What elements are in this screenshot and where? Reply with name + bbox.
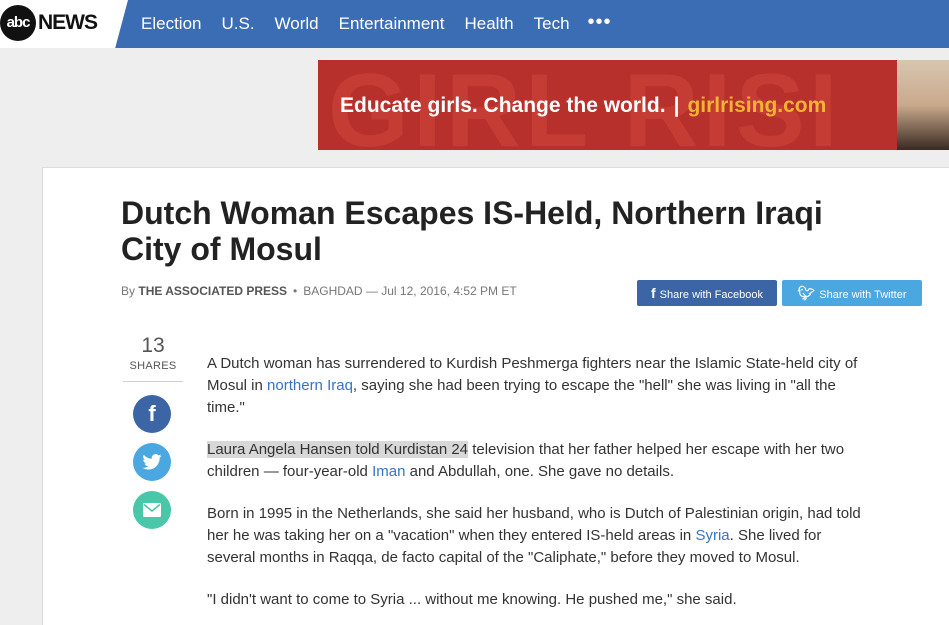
paragraph-2: Laura Angela Hansen told Kurdistan 24 te…: [207, 439, 867, 483]
share-twitter-button[interactable]: 🐦︎ Share with Twitter: [782, 280, 922, 306]
girlrising-ad-banner[interactable]: GIRL RISI Educate girls. Change the worl…: [318, 60, 949, 150]
ad-separator: |: [673, 94, 680, 117]
article-title: Dutch Woman Escapes IS-Held, Northern Ir…: [121, 195, 823, 267]
news-wordmark: NEWS: [38, 11, 98, 34]
twitter-share-icon[interactable]: [133, 443, 171, 481]
twitter-bird-icon: 🐦︎: [797, 285, 816, 301]
top-nav-bar: abc NEWS Election U.S. World Entertainme…: [0, 0, 949, 48]
paragraph-2-text-b: and Abdullah, one. She gave no details.: [405, 463, 674, 480]
ad-photo: [897, 60, 949, 150]
ad-site-link: girlrising.com: [687, 94, 827, 117]
byline-dot: •: [293, 284, 298, 298]
share-facebook-label: Share with Facebook: [659, 289, 763, 301]
nav-election[interactable]: Election: [141, 14, 201, 34]
nav-tech[interactable]: Tech: [534, 14, 570, 34]
byline-author[interactable]: THE ASSOCIATED PRESS: [138, 284, 287, 298]
selected-text-highlight[interactable]: Laura Angela Hansen told Kurdistan 24: [207, 441, 469, 458]
paragraph-4: "I didn't want to come to Syria ... with…: [207, 591, 737, 608]
nav-world[interactable]: World: [275, 14, 319, 34]
facebook-icon: f: [650, 285, 656, 301]
share-twitter-label: Share with Twitter: [819, 289, 907, 301]
main-nav: Election U.S. World Entertainment Health…: [141, 0, 632, 48]
byline-by: By: [121, 284, 136, 298]
nav-us[interactable]: U.S.: [221, 14, 254, 34]
article-body: A Dutch woman has surrendered to Kurdish…: [207, 353, 867, 625]
shares-label: SHARES: [129, 360, 177, 372]
link-iman[interactable]: Iman: [372, 463, 405, 480]
abc-news-logo[interactable]: abc NEWS: [0, 0, 128, 48]
nav-health[interactable]: Health: [464, 14, 513, 34]
share-count: 13: [141, 334, 165, 357]
byline-dateline: BAGHDAD — Jul 12, 2016, 4:52 PM ET: [303, 284, 517, 298]
share-facebook-button[interactable]: f Share with Facebook: [637, 280, 777, 306]
ad-headline: Educate girls. Change the world. | girlris…: [340, 94, 826, 118]
link-northern-iraq[interactable]: northern Iraq: [267, 377, 353, 394]
more-menu-icon[interactable]: •••: [588, 11, 612, 34]
paragraph-1: A Dutch woman has surrendered to Kurdish…: [207, 353, 867, 419]
abc-logo-circle: abc: [0, 5, 36, 41]
ad-slogan: Educate girls. Change the world.: [340, 94, 666, 117]
paragraph-3: Born in 1995 in the Netherlands, she sai…: [207, 503, 867, 569]
nav-entertainment[interactable]: Entertainment: [339, 14, 445, 34]
email-share-icon[interactable]: [133, 491, 171, 529]
link-syria[interactable]: Syria: [695, 527, 729, 544]
share-divider: [123, 381, 183, 382]
byline: By THE ASSOCIATED PRESS • BAGHDAD — Jul 12…: [121, 284, 517, 298]
facebook-share-icon[interactable]: f: [133, 395, 171, 433]
